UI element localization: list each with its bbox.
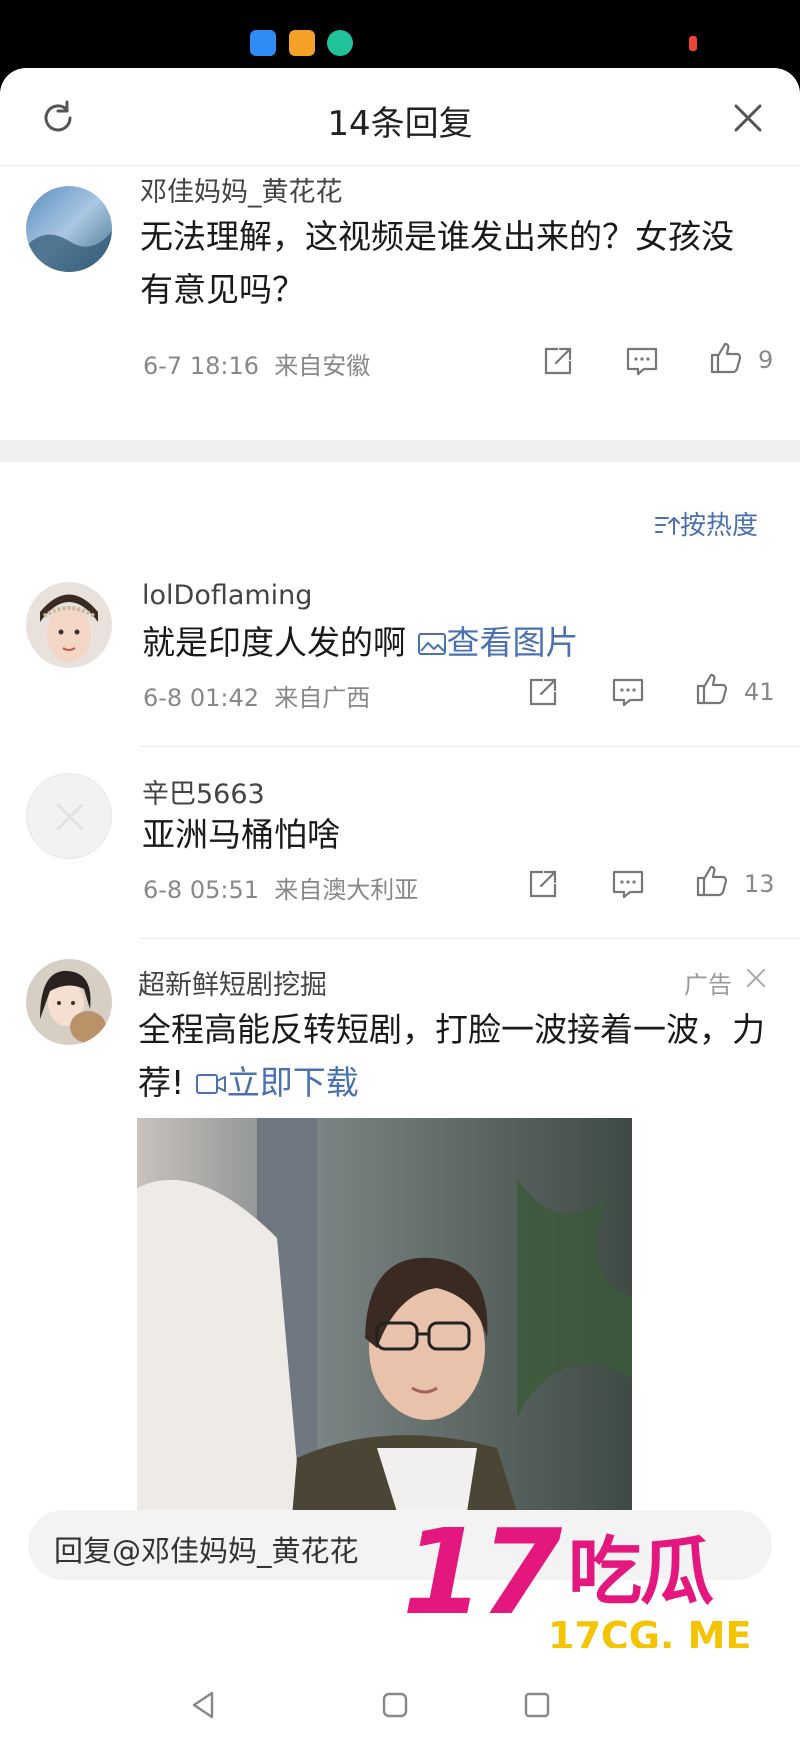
reply-time: 6-8 05:51 来自澳大利亚 <box>143 870 418 905</box>
reply-input-text: 回复@邓佳妈妈_黄花花 <box>54 1534 359 1568</box>
divider <box>140 746 800 747</box>
sort-icon <box>655 517 680 535</box>
like-icon[interactable] <box>708 340 744 376</box>
share-icon[interactable] <box>540 343 576 379</box>
section-divider <box>0 440 800 462</box>
like-icon[interactable] <box>694 671 730 707</box>
reply-location: 来自广西 <box>274 684 371 712</box>
share-icon[interactable] <box>525 674 561 710</box>
close-icon[interactable] <box>744 966 768 990</box>
weibo-app-icon <box>289 30 315 56</box>
comment-text: 无法理解，这视频是谁发出来的？女孩没有意见吗？ <box>140 217 734 309</box>
comment-location: 来自安徽 <box>274 352 371 380</box>
home-icon[interactable] <box>378 1688 412 1722</box>
avatar[interactable] <box>26 186 112 272</box>
share-icon[interactable] <box>525 866 561 902</box>
replies-sheet: 14条回复 邓佳妈妈_黄花花 无法理解，这视频是谁发出来的？女孩没有意见吗？ 6… <box>0 68 800 1760</box>
like-icon[interactable] <box>694 863 730 899</box>
download-link[interactable]: 立即下载 <box>195 1063 359 1102</box>
close-icon[interactable] <box>728 98 768 138</box>
comment-icon[interactable] <box>624 343 660 379</box>
watermark-text: 吃瓜 <box>568 1529 714 1615</box>
sheet-header: 14条回复 <box>0 68 800 166</box>
ad-username[interactable]: 超新鲜短剧挖掘 <box>138 963 327 1002</box>
view-image-label: 查看图片 <box>446 623 579 662</box>
ad-text: 全程高能反转短剧，打脸一波接着一波，力荐! 立即下载 <box>138 1003 768 1109</box>
system-nav-bar <box>0 1648 800 1760</box>
comment-username[interactable]: 邓佳妈妈_黄花花 <box>140 170 343 209</box>
like-count: 9 <box>758 346 774 374</box>
reply-text-body: 就是印度人发的啊 <box>142 623 406 662</box>
ad-label: 广告 <box>684 971 732 999</box>
video-icon <box>195 1074 226 1094</box>
reply-text: 亚洲马桶怕啥 <box>142 815 340 854</box>
avatar[interactable] <box>26 582 112 668</box>
reply-text: 就是印度人发的啊 查看图片 <box>142 616 762 669</box>
like-count: 13 <box>744 870 775 898</box>
comment-time: 6-7 18:16 来自安徽 <box>143 346 370 381</box>
download-label: 立即下载 <box>226 1063 359 1102</box>
image-icon <box>417 633 446 655</box>
reply-username[interactable]: 辛巴5663 <box>142 772 265 811</box>
view-image-link[interactable]: 查看图片 <box>417 623 579 662</box>
back-icon[interactable] <box>186 1688 220 1722</box>
divider <box>140 938 800 939</box>
avatar[interactable] <box>26 773 112 859</box>
avatar[interactable] <box>26 959 112 1045</box>
files-app-icon <box>250 30 276 56</box>
app-notification-icon <box>327 30 353 56</box>
recent-apps-icon[interactable] <box>520 1688 554 1722</box>
sort-by-hot-button[interactable]: 按热度 <box>654 505 758 542</box>
watermark-number: 17 <box>402 1503 562 1641</box>
page-title: 14条回复 <box>327 104 473 144</box>
reply-time: 6-8 01:42 来自广西 <box>143 678 370 713</box>
reply-location: 来自澳大利亚 <box>274 876 419 904</box>
reply-date: 6-8 05:51 <box>143 876 259 904</box>
reply-date: 6-8 01:42 <box>143 684 259 712</box>
comment-icon[interactable] <box>610 866 646 902</box>
status-bar <box>0 0 800 70</box>
comment-icon[interactable] <box>610 674 646 710</box>
reply-username[interactable]: lolDoflaming <box>142 580 312 611</box>
comment-date: 6-7 18:16 <box>143 352 259 380</box>
like-count: 41 <box>744 678 775 706</box>
battery-icon <box>689 36 697 51</box>
sort-label: 按热度 <box>680 511 759 541</box>
